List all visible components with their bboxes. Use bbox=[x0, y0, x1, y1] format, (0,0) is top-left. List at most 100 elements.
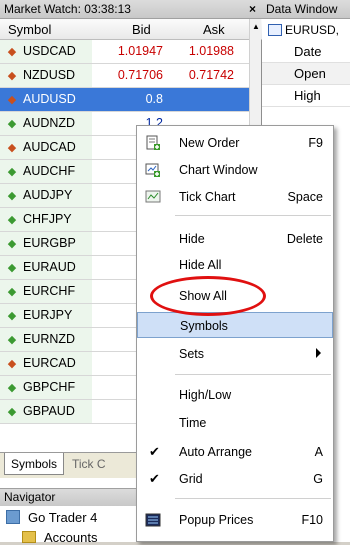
menu-item-hide[interactable]: Hide Delete bbox=[137, 226, 333, 252]
table-row[interactable]: ◆ USDCAD 1.01947 1.01988 bbox=[0, 40, 250, 64]
tick-chart-icon bbox=[145, 190, 161, 203]
menu-item-auto-arrange[interactable]: ✔ Auto Arrange A bbox=[137, 439, 333, 465]
symbol-label: EURJPY bbox=[23, 308, 73, 322]
symbol-label: USDCAD bbox=[23, 44, 76, 58]
arrow-up-icon: ◆ bbox=[7, 286, 17, 298]
symbol-label: AUDCHF bbox=[23, 164, 76, 178]
scroll-up-icon[interactable]: ▲ bbox=[252, 22, 260, 31]
data-window-symbol-label: EURUSD, bbox=[285, 23, 340, 37]
menu-item-shortcut: A bbox=[314, 445, 323, 459]
data-window-row-open: Open bbox=[262, 63, 350, 85]
menu-item-time[interactable]: Time bbox=[137, 410, 333, 436]
arrow-down-icon: ◆ bbox=[7, 358, 17, 370]
menu-item-label: Hide All bbox=[179, 258, 222, 272]
arrow-down-icon: ◆ bbox=[7, 46, 17, 58]
symbol-label: EURCHF bbox=[23, 284, 76, 298]
menu-item-shortcut: F9 bbox=[308, 136, 323, 150]
ask-cell: 0.71742 bbox=[188, 68, 234, 82]
symbol-cell: ◆ EURAUD bbox=[0, 256, 92, 279]
navigator-item-label: Go Trader 4 bbox=[28, 510, 98, 525]
arrow-down-icon: ◆ bbox=[7, 70, 17, 82]
menu-item-label: Tick Chart bbox=[179, 190, 236, 204]
column-header-bid[interactable]: Bid bbox=[132, 22, 151, 37]
menu-item-label: Chart Window bbox=[179, 163, 258, 177]
menu-item-grid[interactable]: ✔ Grid G bbox=[137, 466, 333, 492]
symbol-label: EURAUD bbox=[23, 260, 76, 274]
accounts-icon bbox=[22, 531, 36, 543]
tab-symbols[interactable]: Symbols bbox=[4, 453, 65, 475]
symbol-cell: ◆ EURCHF bbox=[0, 280, 92, 303]
chart-window-icon bbox=[145, 163, 160, 177]
menu-item-label: High/Low bbox=[179, 388, 232, 402]
market-watch-title: Market Watch: 03:38:13 × bbox=[0, 0, 262, 19]
data-window-title: Data Window bbox=[262, 0, 350, 19]
table-row[interactable]: ◆ NZDUSD 0.71706 0.71742 bbox=[0, 64, 250, 88]
bid-cell: 0.8 bbox=[145, 92, 163, 106]
market-watch-title-text: Market Watch: 03:38:13 bbox=[4, 2, 131, 16]
symbol-cell: ◆ USDCAD bbox=[0, 40, 92, 63]
column-header-symbol[interactable]: Symbol bbox=[8, 22, 51, 37]
menu-item-shortcut: Delete bbox=[286, 232, 323, 246]
menu-item-label: Auto Arrange bbox=[179, 445, 252, 459]
symbol-cell: ◆ GBPCHF bbox=[0, 376, 92, 399]
symbol-label: EURCAD bbox=[23, 356, 76, 370]
terminal-icon bbox=[6, 510, 20, 524]
data-window-row-date: Date bbox=[262, 41, 350, 63]
data-window-symbol[interactable]: EURUSD, bbox=[268, 23, 339, 37]
arrow-up-icon: ◆ bbox=[7, 406, 17, 418]
menu-item-sets[interactable]: Sets bbox=[137, 341, 333, 367]
arrow-down-icon: ◆ bbox=[7, 94, 17, 106]
chart-icon bbox=[268, 24, 282, 36]
symbol-label: GBPAUD bbox=[23, 404, 75, 418]
symbol-cell: ◆ AUDJPY bbox=[0, 184, 92, 207]
symbol-label: AUDUSD bbox=[23, 92, 76, 106]
menu-item-label: Grid bbox=[179, 472, 203, 486]
menu-separator bbox=[175, 498, 331, 499]
menu-item-label: Popup Prices bbox=[179, 513, 254, 527]
symbol-cell: ◆ GBPAUD bbox=[0, 400, 92, 423]
bid-cell: 0.71706 bbox=[117, 68, 163, 82]
menu-item-shortcut: F10 bbox=[301, 513, 323, 527]
context-menu: New Order F9 Chart Window Tick Chart Spa… bbox=[136, 125, 334, 542]
checkmark-icon: ✔ bbox=[149, 444, 160, 459]
menu-item-symbols[interactable]: Symbols bbox=[137, 312, 333, 338]
menu-item-new-order[interactable]: New Order F9 bbox=[137, 130, 333, 156]
symbol-cell: ◆ EURNZD bbox=[0, 328, 92, 351]
symbol-label: EURNZD bbox=[23, 332, 76, 346]
symbol-cell: ◆ NZDUSD bbox=[0, 64, 92, 87]
arrow-up-icon: ◆ bbox=[7, 166, 17, 178]
arrow-up-icon: ◆ bbox=[7, 382, 17, 394]
menu-item-chart-window[interactable]: Chart Window bbox=[137, 157, 333, 183]
navigator-item-go-trader[interactable]: Go Trader 4 bbox=[6, 510, 97, 525]
menu-item-label: Time bbox=[179, 416, 207, 430]
checkmark-icon: ✔ bbox=[149, 471, 160, 486]
menu-item-shortcut: Space bbox=[287, 190, 323, 204]
symbol-cell: ◆ EURCAD bbox=[0, 352, 92, 375]
menu-item-popup-prices[interactable]: Popup Prices F10 bbox=[137, 507, 333, 533]
bid-cell: 1.01947 bbox=[117, 44, 163, 58]
ask-cell: 1.01988 bbox=[188, 44, 234, 58]
arrow-up-icon: ◆ bbox=[7, 190, 17, 202]
symbol-label: NZDUSD bbox=[23, 68, 76, 82]
navigator-item-accounts[interactable]: Accounts bbox=[22, 530, 97, 545]
close-icon[interactable]: × bbox=[249, 0, 256, 18]
symbol-label: EURGBP bbox=[23, 236, 76, 250]
arrow-up-icon: ◆ bbox=[7, 334, 17, 346]
column-header-ask[interactable]: Ask bbox=[203, 22, 225, 37]
symbol-label: AUDJPY bbox=[23, 188, 73, 202]
annotation-circle bbox=[150, 276, 266, 316]
symbol-cell: ◆ CHFJPY bbox=[0, 208, 92, 231]
submenu-arrow-icon bbox=[316, 348, 321, 358]
new-order-icon bbox=[146, 135, 160, 150]
table-row[interactable]: ◆ AUDUSD 0.8 bbox=[0, 88, 250, 112]
popup-prices-icon bbox=[145, 513, 161, 527]
menu-item-tick-chart[interactable]: Tick Chart Space bbox=[137, 184, 333, 210]
arrow-up-icon: ◆ bbox=[7, 262, 17, 274]
tab-tick-chart[interactable]: Tick C bbox=[66, 453, 112, 475]
symbol-label: GBPCHF bbox=[23, 380, 76, 394]
menu-item-label: Sets bbox=[179, 347, 205, 361]
menu-item-hide-all[interactable]: Hide All bbox=[137, 252, 333, 278]
menu-item-shortcut: G bbox=[313, 472, 323, 486]
menu-item-high-low[interactable]: High/Low bbox=[137, 382, 333, 408]
symbol-label: CHFJPY bbox=[23, 212, 72, 226]
